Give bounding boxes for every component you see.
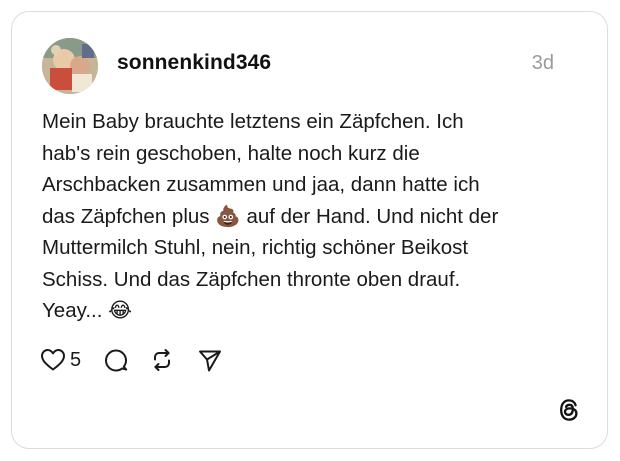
post-text-line: hab's rein geschoben, halte noch kurz di… [42,141,420,165]
repost-button[interactable] [149,346,175,374]
like-button[interactable]: 5 [40,346,81,374]
post-text-line: Schiss. Und das Zäpfchen thronte oben dr… [42,267,461,291]
like-count: 5 [70,348,82,371]
post-text-line: Yeay... 😂 [42,299,133,322]
share-button[interactable] [197,346,223,374]
post-text-line: Arschbacken zusammen und jaa, dann hatte… [42,173,480,196]
comment-button[interactable] [103,346,129,374]
post-text-line: das Zäpfchen plus 💩 auf der Hand. Und ni… [42,204,499,228]
send-icon [199,350,222,372]
post-text-line: Muttermilch Stuhl, nein, richtig schöner… [42,236,469,259]
avatar[interactable] [42,38,98,94]
post-timestamp: 3d [531,52,554,74]
username[interactable]: sonnenkind346 [117,51,271,75]
threads-logo-icon[interactable] [556,397,582,423]
comment-bubble-icon [105,349,128,372]
heart-icon [41,349,65,371]
post-card: sonnenkind346 3d Mein Baby brauchte letz… [11,11,608,449]
repost-icon [154,349,171,371]
avatar-image [42,38,98,94]
post-text-line: Mein Baby brauchte letztens ein Zäpfchen… [42,110,464,133]
post-actions: 5 [40,346,223,374]
post-body: Mein Baby brauchte letztens ein Zäpfchen… [42,106,562,327]
